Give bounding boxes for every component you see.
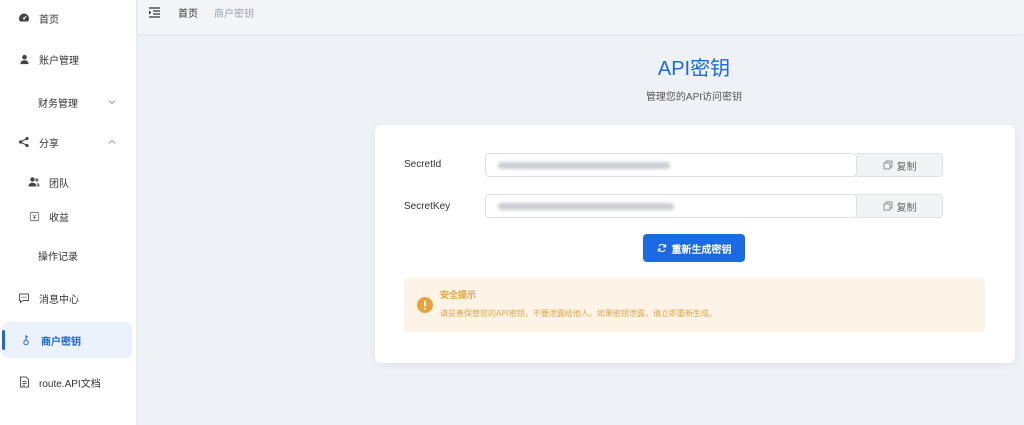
- page-subtitle: 管理您的API访问密钥: [645, 92, 743, 103]
- secret-id-field[interactable]: [485, 153, 857, 177]
- breadcrumb-current: 商户密钥: [214, 9, 254, 20]
- secret-id-label: SecretId: [404, 159, 442, 170]
- masked-value: [498, 203, 674, 210]
- sidebar-item-label: 财务管理: [38, 98, 78, 110]
- security-alert: 安全提示 请妥善保管您的API密钥，不要泄露给他人。如果密钥泄露，请立即重新生成…: [404, 278, 985, 332]
- dashboard-icon: [17, 11, 31, 25]
- alert-title: 安全提示: [440, 290, 477, 300]
- warning-icon: [417, 297, 433, 313]
- copy-icon: [883, 160, 893, 170]
- sidebar-item-share[interactable]: 分享: [0, 124, 137, 160]
- masked-value: [498, 162, 670, 169]
- sidebar-item-label: 操作记录: [38, 251, 78, 263]
- copy-label: 复制: [896, 202, 917, 214]
- sidebar-item-label: 商户密钥: [41, 336, 81, 348]
- sidebar-item-team[interactable]: 团队: [0, 164, 137, 200]
- sidebar-item-label: route.API文档: [39, 378, 101, 390]
- chevron-down-icon: [107, 97, 117, 107]
- sidebar-item-label: 首页: [39, 14, 59, 26]
- sidebar-item-home[interactable]: 首页: [0, 0, 137, 36]
- sidebar-item-label: 账户管理: [39, 55, 79, 67]
- copy-label: 复制: [896, 161, 917, 173]
- message-icon: [17, 291, 31, 305]
- secret-key-label: SecretKey: [404, 201, 451, 212]
- sidebar-item-finance[interactable]: 财务管理: [0, 84, 137, 120]
- team-icon: [27, 175, 41, 189]
- breadcrumb-home[interactable]: 首页: [178, 5, 198, 20]
- refresh-icon: [657, 243, 667, 253]
- sidebar-item-earnings[interactable]: 收益: [0, 198, 137, 234]
- secret-key-field[interactable]: [485, 194, 857, 218]
- api-key-card: SecretId 复制 SecretKey 复制 重新生成密钥 安全提示 请妥善…: [375, 125, 1015, 363]
- share-icon: [17, 135, 31, 149]
- alert-text: 请妥善保管您的API密钥，不要泄露给他人。如果密钥泄露，请立即重新生成。: [440, 309, 717, 318]
- sidebar: 首页 账户管理 财务管理 分享 团队 收益 操作记录 消息中心 商户密钥 rou…: [0, 0, 137, 425]
- sidebar-item-operation-log[interactable]: 操作记录: [0, 237, 137, 273]
- copy-secret-id-button[interactable]: 复制: [857, 153, 943, 177]
- earnings-icon: [27, 209, 41, 223]
- sidebar-item-label: 团队: [49, 178, 69, 190]
- sidebar-item-account[interactable]: 账户管理: [0, 41, 137, 77]
- sidebar-item-api-docs[interactable]: route.API文档: [0, 364, 137, 400]
- sidebar-item-messages[interactable]: 消息中心: [0, 280, 137, 316]
- regenerate-key-button[interactable]: 重新生成密钥: [643, 234, 745, 262]
- user-icon: [17, 52, 31, 66]
- key-icon: [19, 333, 33, 347]
- sidebar-item-label: 分享: [39, 138, 59, 150]
- top-bar: 首页 商户密钥: [138, 0, 1024, 34]
- regenerate-label: 重新生成密钥: [671, 244, 732, 256]
- copy-icon: [883, 201, 893, 211]
- sidebar-item-label: 收益: [49, 212, 69, 224]
- document-icon: [17, 375, 31, 389]
- sidebar-item-merchant-key[interactable]: 商户密钥: [2, 322, 132, 358]
- sidebar-item-label: 消息中心: [39, 294, 79, 306]
- chevron-up-icon: [107, 137, 117, 147]
- menu-fold-icon[interactable]: [148, 6, 161, 19]
- page-title: API密钥: [657, 58, 731, 80]
- copy-secret-key-button[interactable]: 复制: [857, 194, 943, 218]
